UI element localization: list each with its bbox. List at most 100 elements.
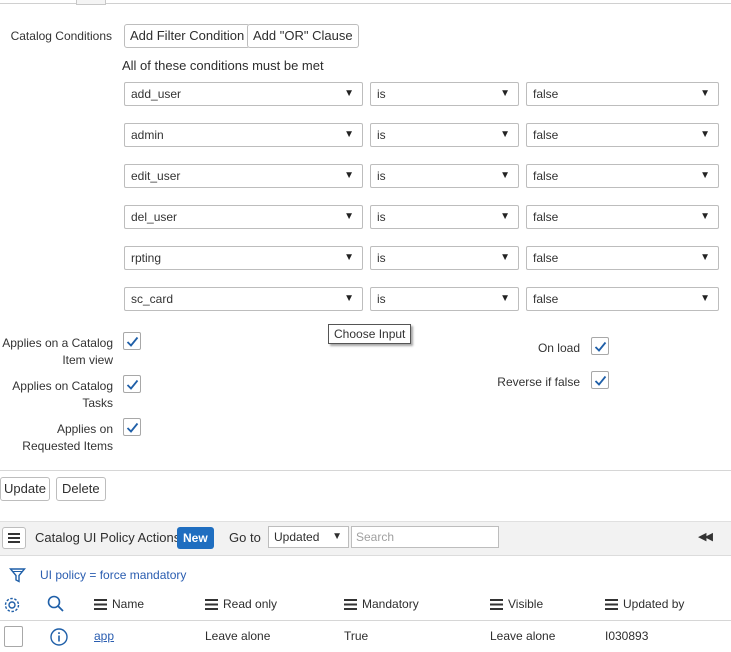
applies-catalog-item-label-line1: Applies on a Catalog (2, 336, 113, 350)
column-header-read-only[interactable]: Read only (205, 597, 277, 611)
condition-value-value: false (533, 128, 559, 142)
condition-field-select[interactable]: admin ▼ (124, 123, 363, 147)
dropdown-caret-icon: ▼ (700, 129, 710, 140)
dropdown-caret-icon: ▼ (500, 293, 510, 304)
checkmark-icon (126, 422, 139, 433)
dropdown-caret-icon: ▼ (700, 88, 710, 99)
condition-value-value: false (533, 169, 559, 183)
column-label-mandatory: Mandatory (362, 597, 419, 611)
condition-field-select[interactable]: sc_card ▼ (124, 287, 363, 311)
condition-field-value: rpting (131, 251, 162, 265)
condition-operator-value: is (377, 210, 386, 224)
dropdown-caret-icon: ▼ (500, 129, 510, 140)
condition-value-select[interactable]: false ▼ (526, 164, 719, 188)
column-header-mandatory[interactable]: Mandatory (344, 597, 419, 611)
column-label-name: Name (112, 597, 145, 611)
column-menu-icon (94, 599, 107, 611)
choose-input-tooltip: Choose Input (328, 324, 412, 344)
condition-operator-select[interactable]: is ▼ (370, 123, 519, 147)
condition-field-value: sc_card (131, 292, 174, 306)
applies-requested-items-label: Applies on Requested Items (0, 421, 113, 455)
condition-field-value: admin (131, 128, 164, 142)
column-menu-icon (205, 599, 218, 611)
reverse-if-false-checkbox[interactable] (591, 371, 609, 389)
column-label-updated-by: Updated by (623, 597, 685, 611)
checkmark-icon (126, 336, 139, 347)
condition-operator-value: is (377, 87, 386, 101)
goto-label: Go to (229, 530, 261, 545)
column-label-read-only: Read only (223, 597, 278, 611)
condition-operator-select[interactable]: is ▼ (370, 205, 519, 229)
condition-operator-value: is (377, 292, 386, 306)
condition-field-select[interactable]: add_user ▼ (124, 82, 363, 106)
dropdown-caret-icon: ▼ (500, 170, 510, 181)
dropdown-caret-icon: ▼ (700, 293, 710, 304)
dropdown-caret-icon: ▼ (700, 211, 710, 222)
related-list-title: Catalog UI Policy Actions (35, 530, 181, 545)
checkmark-icon (126, 379, 139, 390)
dropdown-caret-icon: ▼ (344, 293, 354, 304)
applies-catalog-tasks-checkbox[interactable] (123, 375, 141, 393)
filter-funnel-icon[interactable] (8, 567, 27, 589)
on-load-checkbox[interactable] (591, 337, 609, 355)
dropdown-caret-icon: ▼ (500, 252, 510, 263)
add-filter-condition-button[interactable]: Add Filter Condition (124, 24, 251, 48)
column-header-name[interactable]: Name (94, 597, 144, 611)
condition-operator-value: is (377, 169, 386, 183)
column-menu-icon (490, 599, 503, 611)
condition-field-select[interactable]: del_user ▼ (124, 205, 363, 229)
dropdown-caret-icon: ▼ (332, 531, 342, 542)
add-or-clause-button[interactable]: Add "OR" Clause (247, 24, 359, 48)
condition-value-select[interactable]: false ▼ (526, 123, 719, 147)
column-search-icon[interactable] (46, 594, 66, 619)
condition-value-select[interactable]: false ▼ (526, 82, 719, 106)
new-button[interactable]: New (177, 527, 214, 549)
dropdown-caret-icon: ▼ (344, 88, 354, 99)
checkmark-icon (594, 341, 607, 352)
condition-value-value: false (533, 87, 559, 101)
applies-requested-items-label-line2: Requested Items (22, 439, 113, 453)
applies-catalog-item-checkbox[interactable] (123, 332, 141, 350)
goto-field-select[interactable]: Updated ▼ (268, 526, 349, 548)
reverse-if-false-label: Reverse if false (497, 375, 580, 389)
column-header-updated-by[interactable]: Updated by (605, 597, 684, 611)
row-read-only: Leave alone (205, 629, 271, 643)
form-divider (0, 470, 731, 471)
applies-requested-items-checkbox[interactable] (123, 418, 141, 436)
condition-field-select[interactable]: edit_user ▼ (124, 164, 363, 188)
column-menu-icon (344, 599, 357, 611)
row-visible: Leave alone (490, 629, 556, 643)
condition-operator-select[interactable]: is ▼ (370, 82, 519, 106)
first-page-icon[interactable]: ◀◀ (698, 530, 713, 543)
condition-operator-select[interactable]: is ▼ (370, 164, 519, 188)
filter-breadcrumb[interactable]: UI policy = force mandatory (40, 568, 186, 582)
condition-value-select[interactable]: false ▼ (526, 246, 719, 270)
applies-requested-items-label-line1: Applies on (56, 422, 113, 436)
condition-operator-select[interactable]: is ▼ (370, 287, 519, 311)
row-name-link[interactable]: app (94, 629, 114, 643)
dropdown-caret-icon: ▼ (344, 211, 354, 222)
condition-value-select[interactable]: false ▼ (526, 287, 719, 311)
condition-operator-select[interactable]: is ▼ (370, 246, 519, 270)
condition-field-select[interactable]: rpting ▼ (124, 246, 363, 270)
update-button[interactable]: Update (0, 477, 50, 501)
dropdown-caret-icon: ▼ (344, 129, 354, 140)
column-header-visible[interactable]: Visible (490, 597, 543, 611)
condition-value-value: false (533, 292, 559, 306)
list-settings-gear-icon[interactable] (2, 595, 22, 620)
condition-operator-value: is (377, 128, 386, 142)
delete-button[interactable]: Delete (56, 477, 106, 501)
row-select-checkbox[interactable] (4, 626, 23, 647)
dropdown-caret-icon: ▼ (344, 170, 354, 181)
checkmark-icon (594, 375, 607, 386)
condition-value-select[interactable]: false ▼ (526, 205, 719, 229)
dropdown-caret-icon: ▼ (500, 88, 510, 99)
row-updated-by: I030893 (605, 629, 649, 643)
applies-catalog-item-label: Applies on a Catalog Item view (0, 335, 113, 369)
record-info-icon[interactable] (49, 627, 69, 652)
condition-field-value: add_user (131, 87, 182, 101)
list-menu-button[interactable] (2, 527, 26, 549)
on-load-label: On load (537, 341, 580, 355)
hamburger-icon (8, 533, 20, 543)
list-search-input[interactable]: Search (351, 526, 499, 548)
